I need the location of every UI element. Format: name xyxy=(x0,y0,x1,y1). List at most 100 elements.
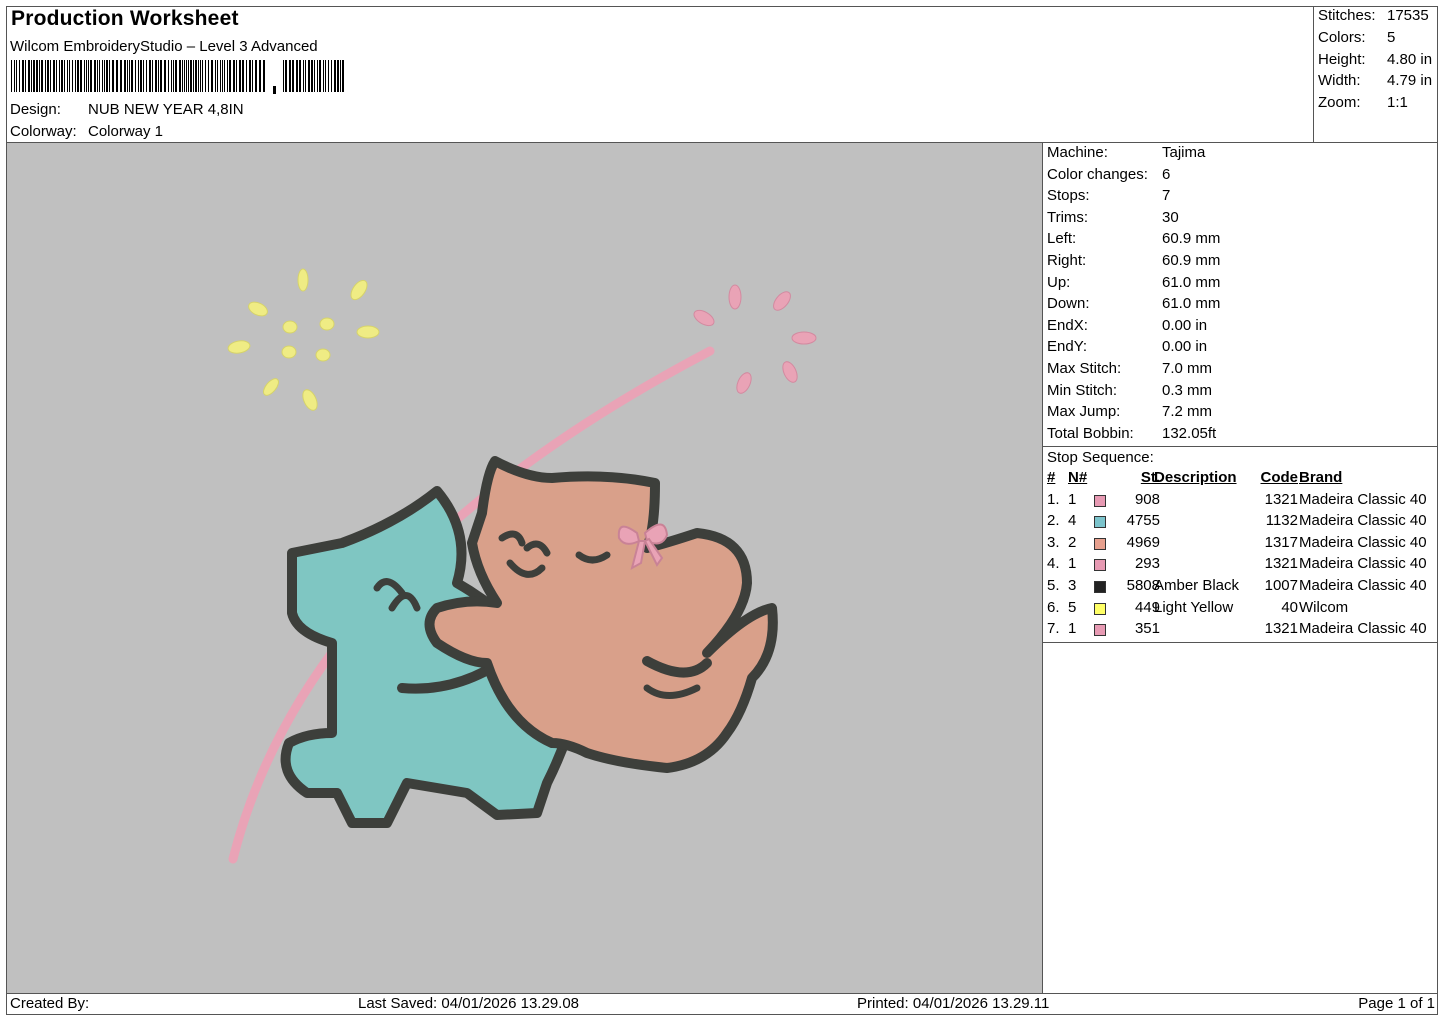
thread-description: Light Yellow xyxy=(1154,598,1234,616)
thread-brand: Madeira Classic 40 xyxy=(1299,576,1427,594)
machine-label: Max Jump: xyxy=(1047,403,1121,421)
thread-brand: Madeira Classic 40 xyxy=(1299,620,1427,638)
barcode-bar xyxy=(104,60,105,92)
software-name: Wilcom EmbroideryStudio – Level 3 Advanc… xyxy=(10,38,318,55)
machine-label: Total Bobbin: xyxy=(1047,424,1134,442)
barcode-bar xyxy=(59,60,60,92)
last-saved: Last Saved: 04/01/2026 13.29.08 xyxy=(358,995,580,1012)
barcode-bar xyxy=(340,60,341,92)
barcode-bar xyxy=(215,60,216,92)
barcode-bar xyxy=(28,60,30,92)
thread-brand: Madeira Classic 40 xyxy=(1299,555,1427,573)
barcode-bar xyxy=(11,60,12,92)
needle-number: 2 xyxy=(1068,533,1077,551)
needle-number: 3 xyxy=(1068,576,1077,594)
stop-sequence-row: 4. 1 293 1321 Madeira Classic 40 xyxy=(1046,555,1438,577)
stat-value: 5 xyxy=(1387,28,1396,46)
barcode-bar xyxy=(233,60,235,92)
barcode-bar xyxy=(289,60,291,92)
barcode-bar xyxy=(208,60,209,92)
machine-label: EndY: xyxy=(1047,338,1088,356)
machine-row: Color changes: 6 xyxy=(1047,166,1427,188)
machine-label: Max Stitch: xyxy=(1047,359,1122,377)
barcode-bar xyxy=(80,60,82,92)
embroidery-artwork xyxy=(227,268,817,864)
thread-brand: Madeira Classic 40 xyxy=(1299,533,1427,551)
machine-value: 61.0 mm xyxy=(1162,295,1221,313)
barcode-bar xyxy=(342,60,344,92)
barcode-bar xyxy=(149,60,151,92)
stat-row: Stitches: 17535 xyxy=(1318,7,1436,29)
machine-value: 60.9 mm xyxy=(1162,251,1221,269)
machine-value: 0.00 in xyxy=(1162,316,1208,334)
barcode-bar xyxy=(41,60,43,92)
stat-row: Height: 4.80 in xyxy=(1318,51,1436,73)
machine-row: Right: 60.9 mm xyxy=(1047,252,1427,274)
stat-label: Colors: xyxy=(1318,28,1366,46)
machine-value: 6 xyxy=(1162,165,1171,183)
barcode-bar xyxy=(179,60,181,92)
barcode-bar xyxy=(33,60,35,92)
barcode-bar xyxy=(186,60,187,92)
thread-color-swatch xyxy=(1094,602,1106,615)
barcode-bar xyxy=(205,60,206,92)
barcode-bar xyxy=(90,60,92,92)
barcode-bar xyxy=(190,60,192,92)
machine-label: EndX: xyxy=(1047,316,1088,334)
machine-row: Max Stitch: 7.0 mm xyxy=(1047,360,1427,382)
thread-description: Amber Black xyxy=(1154,576,1240,594)
barcode-bar xyxy=(45,60,46,92)
machine-value: 61.0 mm xyxy=(1162,273,1221,291)
barcode-bar xyxy=(25,60,26,92)
barcode-bar xyxy=(303,60,304,92)
barcode-bar xyxy=(120,60,122,92)
barcode-bar xyxy=(39,60,40,92)
barcode-bar xyxy=(164,60,166,92)
thread-color-swatch xyxy=(1094,516,1106,529)
page-title: Production Worksheet xyxy=(11,7,239,30)
barcode-bar xyxy=(175,60,177,92)
machine-row: EndY: 0.00 in xyxy=(1047,338,1427,360)
barcode-bar xyxy=(249,60,251,92)
barcode-bar xyxy=(102,60,103,92)
thread-code: 1321 xyxy=(1264,620,1298,638)
machine-value: 132.05ft xyxy=(1162,424,1217,442)
machine-value: 0.3 mm xyxy=(1162,381,1213,399)
barcode-bar xyxy=(75,60,76,92)
col-header-code: Code xyxy=(1260,469,1299,486)
barcode-bar xyxy=(88,60,89,92)
barcode-bar xyxy=(86,60,87,92)
stop-sequence-header: # N# St. Description Code Brand xyxy=(1046,469,1438,491)
machine-row: Min Stitch: 0.3 mm xyxy=(1047,382,1427,404)
machine-value: 30 xyxy=(1162,208,1179,226)
machine-value: 60.9 mm xyxy=(1162,230,1221,248)
barcode-bar xyxy=(22,60,24,92)
barcode-bar xyxy=(124,60,126,92)
stop-index: 7. xyxy=(1047,620,1060,638)
thread-brand: Wilcom xyxy=(1299,598,1349,616)
needle-number: 4 xyxy=(1068,512,1077,530)
machine-label: Right: xyxy=(1047,251,1087,269)
col-header-brand: Brand xyxy=(1299,469,1343,486)
stats-divider xyxy=(1313,6,1314,143)
stat-label: Height: xyxy=(1318,50,1366,68)
barcode-bar xyxy=(109,60,110,92)
barcode-bar xyxy=(222,60,223,92)
barcode-bar xyxy=(146,60,147,92)
machine-row: Trims: 30 xyxy=(1047,209,1427,231)
stat-value: 17535 xyxy=(1387,7,1429,24)
thread-code: 1317 xyxy=(1264,533,1298,551)
stat-label: Zoom: xyxy=(1318,94,1361,112)
barcode-bar xyxy=(229,60,231,92)
stop-sequence-row: 6. 5 449 Light Yellow 40 Wilcom xyxy=(1046,599,1438,621)
stitch-count: 4755 xyxy=(1126,512,1160,530)
barcode-bar xyxy=(67,60,68,92)
barcode-bar xyxy=(255,60,257,92)
barcode-bar xyxy=(16,60,17,92)
stop-sequence-title: Stop Sequence: xyxy=(1047,449,1154,466)
stop-sequence-row: 1. 1 908 1321 Madeira Classic 40 xyxy=(1046,491,1438,513)
machine-value: 7 xyxy=(1162,187,1171,205)
stat-row: Colors: 5 xyxy=(1318,29,1436,51)
needle-number: 1 xyxy=(1068,620,1077,638)
barcode-bar xyxy=(14,60,15,92)
